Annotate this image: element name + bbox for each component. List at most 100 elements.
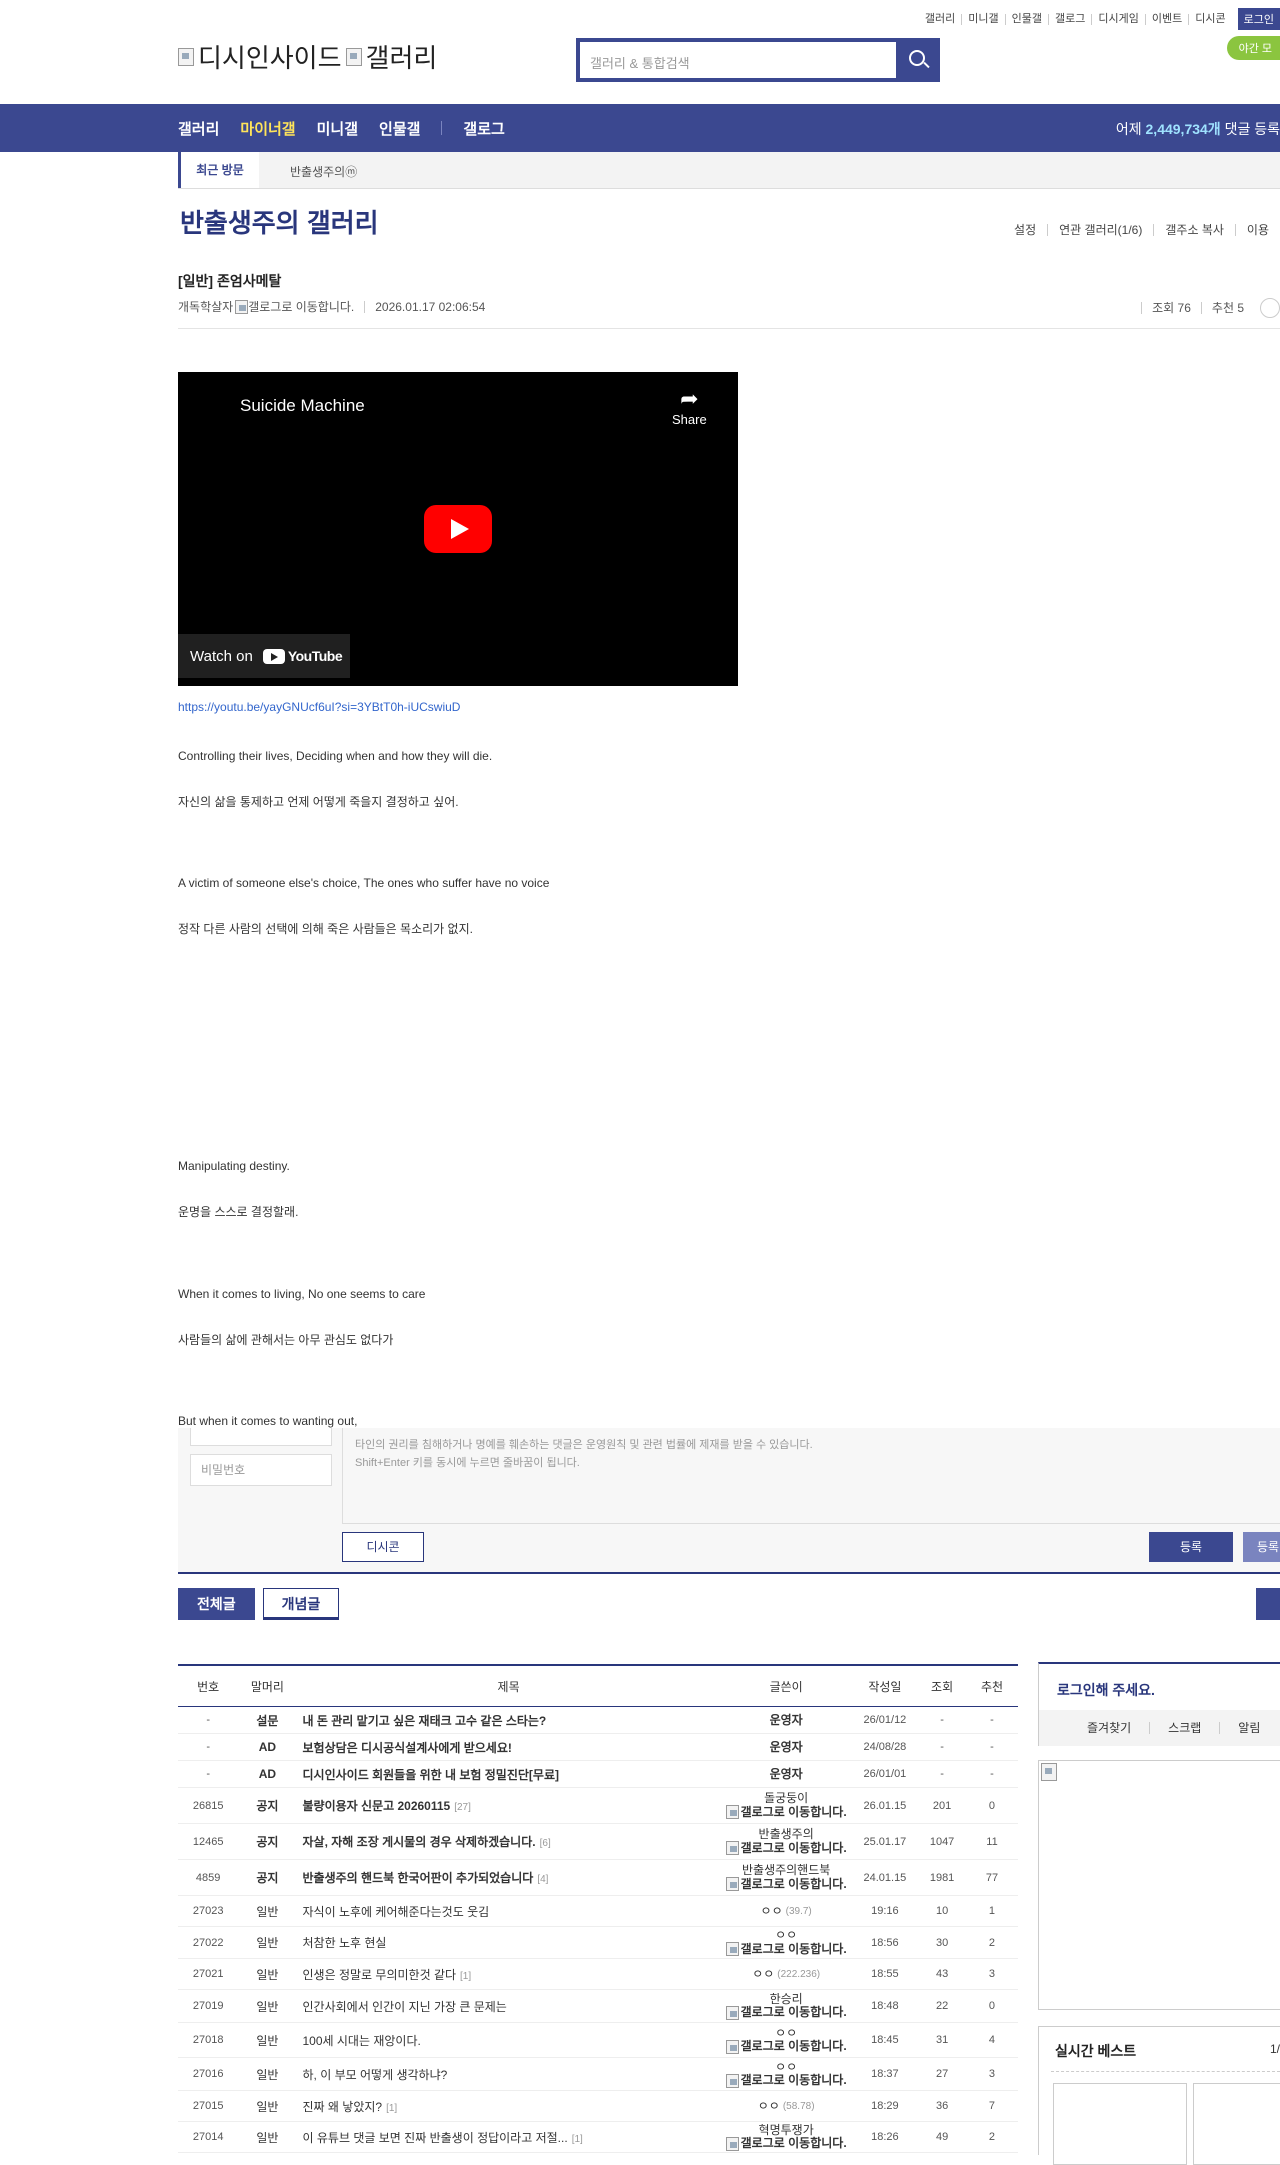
dccon-button[interactable]: 디시콘 — [342, 1532, 424, 1562]
best-card[interactable] — [1193, 2083, 1280, 2165]
nav-person-gallery[interactable]: 인물갤 — [379, 118, 420, 139]
post-subject[interactable]: 반출생주의 핸드북 한국어판이 추가되었습니다 [4] — [296, 1859, 721, 1896]
post-subject-text[interactable]: 자살, 자해 조장 게시물의 경우 삭제하겠습니다. — [303, 1835, 536, 1849]
table-row[interactable]: 26815 공지 불량이용자 신문고 20260115 [27] 돌궁둥이 갤로그로 이동… — [178, 1787, 1018, 1824]
comment-count[interactable]: [1] — [572, 2134, 583, 2145]
nav-mini-gallery[interactable]: 미니갤 — [317, 118, 358, 139]
writer-name[interactable]: 운영자 — [770, 1740, 803, 1754]
post-link[interactable]: https://youtu.be/yayGNUcf6uI?si=3YBtT0h-… — [178, 700, 460, 714]
search-input[interactable]: 갤러리 & 통합검색 — [580, 42, 896, 78]
post-subject[interactable]: 인생은 정말로 무의미한것 같다 [1] — [296, 1958, 721, 1990]
copy-address-link[interactable]: 갤주소 복사 — [1153, 224, 1235, 236]
submit-button[interactable]: 등록 — [1149, 1532, 1233, 1562]
post-subject-text[interactable]: 진짜 왜 낳았지? — [303, 2100, 383, 2114]
post-subject-text[interactable]: 하, 이 부모 어떻게 생각하냐? — [303, 2068, 448, 2082]
table-row[interactable]: 27019 일반 인간사회에서 인간이 지닌 가장 큰 문제는 한승리 갤로그로 이동합… — [178, 1989, 1018, 2023]
scrap-link[interactable]: 스크랩 — [1149, 1722, 1219, 1734]
post-subject-text[interactable]: 디시인사이드 회원들을 위한 내 보험 정밀진단[무료] — [303, 1768, 560, 1782]
gallog-link[interactable]: 갤로그로 이동합니다. — [725, 2136, 847, 2151]
writer-name[interactable]: 반출생주의 — [759, 1828, 814, 1841]
writer-name[interactable]: 운영자 — [770, 1713, 803, 1727]
post-subject[interactable]: 처참한 노후 현실 — [296, 1926, 721, 1959]
table-row[interactable]: 27023 일반 자식이 노후에 케어해준다는것도 웃김 ㅇㅇ (39.7) 19:16 1… — [178, 1895, 1018, 1927]
video-title[interactable]: Suicide Machine — [240, 396, 365, 416]
table-row[interactable]: 27014 일반 이 유튜브 댓글 보면 진짜 반출생이 정답이라고 저절... [1… — [178, 2121, 1018, 2153]
search-icon[interactable] — [896, 38, 940, 82]
writer-name[interactable]: 한승리 — [770, 1992, 803, 2006]
login-prompt[interactable]: 로그인해 주세요. — [1057, 1680, 1155, 1700]
util-link-gallog[interactable]: 갤로그 — [1048, 13, 1091, 25]
gallog-link[interactable]: 갤로그로 이동합니다. — [725, 1841, 847, 1855]
gallery-title[interactable]: 반출생주의 갤러리 — [180, 203, 379, 240]
table-row[interactable]: 12465 공지 자살, 자해 조장 게시물의 경우 삭제하겠습니다. [6] 반출생주… — [178, 1823, 1018, 1860]
post-subject[interactable]: 자식이 노후에 케어해준다는것도 웃김 — [296, 1895, 721, 1927]
nav-gallery[interactable]: 갤러리 — [178, 118, 219, 139]
table-row[interactable]: 27021 일반 인생은 정말로 무의미한것 같다 [1] ㅇㅇ (222.236) 18:… — [178, 1958, 1018, 1990]
gallog-link[interactable]: 갤로그로 이동합니다. — [725, 2073, 847, 2088]
gallog-link[interactable]: 갤로그로 이동합니다. — [725, 1942, 847, 1956]
night-mode-toggle[interactable]: 야간 모 — [1226, 36, 1280, 60]
comment-count[interactable]: [27] — [454, 1802, 471, 1813]
post-subject-text[interactable]: 불량이용자 신문고 20260115 — [303, 1799, 451, 1813]
table-row[interactable]: 27015 일반 진짜 왜 낳았지? [1] ㅇㅇ (58.78) 18:29 36 7 — [178, 2090, 1018, 2122]
gallog-link[interactable]: 갤로그로 이동합니다. — [725, 1805, 847, 1819]
youtube-embed[interactable]: Suicide Machine ➦ Share Watch on YouTube — [178, 372, 738, 686]
comment-count[interactable]: [6] — [540, 1838, 551, 1849]
util-link-dccon[interactable]: 디시콘 — [1188, 13, 1231, 25]
post-subject[interactable]: 불량이용자 신문고 20260115 [27] — [296, 1787, 721, 1824]
table-row[interactable]: - AD 보험상담은 디시공식설계사에게 받으세요! 운영자 24/08/28- - — [178, 1733, 1018, 1761]
post-subject-text[interactable]: 내 돈 관리 맡기고 싶은 재태크 고수 같은 스타는? — [303, 1714, 547, 1728]
writer-name[interactable]: ㅇㅇ — [758, 2099, 780, 2113]
post-subject-text[interactable]: 반출생주의 핸드북 한국어판이 추가되었습니다 — [303, 1871, 534, 1885]
util-link-game[interactable]: 디시게임 — [1091, 13, 1144, 25]
share-circle-icon[interactable] — [1260, 298, 1280, 318]
post-subject-text[interactable]: 인간사회에서 인간이 지닌 가장 큰 문제는 — [303, 2000, 507, 2014]
alarm-link[interactable]: 알림 — [1219, 1722, 1278, 1734]
post-author[interactable]: 개독학살자 — [178, 298, 233, 315]
comment-textarea[interactable]: 타인의 권리를 침해하거나 명예를 훼손하는 댓글은 운영원칙 및 관련 법률에… — [342, 1428, 1280, 1524]
gallery-settings-link[interactable]: 설정 — [1003, 224, 1047, 236]
login-button[interactable]: 로그인 — [1237, 8, 1280, 30]
gallog-link[interactable]: 갤로그로 이동합니다. — [725, 1877, 847, 1891]
usage-link[interactable]: 이용 — [1234, 224, 1280, 236]
related-gallery-link[interactable]: 연관 갤러리(1/6) — [1047, 224, 1153, 236]
comment-count[interactable]: [1] — [460, 1971, 471, 1982]
table-row[interactable]: 27022 일반 처참한 노후 현실 ㅇㅇ 갤로그로 이동합니다. 18:56 30 2 — [178, 1926, 1018, 1959]
gallog-link[interactable]: 갤로그로 이동합니다. — [725, 2005, 847, 2020]
post-subject-text[interactable]: 처참한 노후 현실 — [303, 1936, 387, 1950]
post-subject[interactable]: 보험상담은 디시공식설계사에게 받으세요! — [296, 1733, 721, 1761]
table-row[interactable]: 4859 공지 반출생주의 핸드북 한국어판이 추가되었습니다 [4] 반출생주의핸드북… — [178, 1859, 1018, 1896]
watch-on-youtube-button[interactable]: Watch on YouTube — [178, 634, 350, 678]
post-subject-text[interactable]: 자식이 노후에 케어해준다는것도 웃김 — [303, 1905, 490, 1919]
util-link-person[interactable]: 인물갤 — [1004, 13, 1048, 25]
writer-name[interactable]: ㅇㅇ — [775, 1929, 797, 1942]
video-share-button[interactable]: ➦ Share — [672, 386, 707, 427]
post-subject[interactable]: 진짜 왜 낳았지? [1] — [296, 2090, 721, 2122]
table-row[interactable]: - AD 디시인사이드 회원들을 위한 내 보험 정밀진단[무료] 운영자 26/01/… — [178, 1760, 1018, 1788]
table-row[interactable]: 27018 일반 100세 시대는 재앙이다. ㅇㅇ 갤로그로 이동합니다. 18:45 3… — [178, 2022, 1018, 2058]
post-subject-text[interactable]: 보험상담은 디시공식설계사에게 받으세요! — [303, 1741, 512, 1755]
writer-name[interactable]: ㅇㅇ — [775, 2026, 797, 2040]
password-field[interactable]: 비밀번호 — [190, 1454, 332, 1486]
table-row[interactable]: - 설문 내 돈 관리 맡기고 싶은 재태크 고수 같은 스타는? 운영자 26/01/… — [178, 1706, 1018, 1734]
sidebar-ad[interactable] — [1038, 1760, 1280, 2010]
util-link-mini[interactable]: 미니갤 — [961, 13, 1004, 25]
util-link-gallery[interactable]: 갤러리 — [919, 13, 961, 25]
comment-count[interactable]: [1] — [386, 2103, 397, 2114]
writer-name[interactable]: ㅇㅇ — [775, 2060, 797, 2074]
play-icon[interactable] — [424, 505, 492, 553]
post-subject[interactable]: 인간사회에서 인간이 지닌 가장 큰 문제는 — [296, 1989, 721, 2023]
post-subject[interactable]: 100세 시대는 재앙이다. — [296, 2022, 721, 2058]
util-link-event[interactable]: 이벤트 — [1144, 13, 1188, 25]
post-subject[interactable]: 하, 이 부모 어떻게 생각하냐? — [296, 2057, 721, 2091]
tab-all-posts[interactable]: 전체글 — [178, 1588, 255, 1620]
writer-name[interactable]: 혁명투쟁가 — [759, 2123, 814, 2137]
comment-count[interactable]: [4] — [537, 1874, 548, 1885]
post-subject-text[interactable]: 100세 시대는 재앙이다. — [303, 2034, 421, 2048]
recent-gallery-link[interactable]: 반출생주의ⓜ — [290, 163, 357, 180]
nav-gallog[interactable]: 갤로그 — [463, 118, 504, 139]
tab-concept-posts[interactable]: 개념글 — [262, 1588, 340, 1620]
best-card[interactable] — [1053, 2083, 1187, 2165]
submit-recommend-button[interactable]: 등록 — [1243, 1532, 1280, 1562]
writer-name[interactable]: ㅇㅇ — [761, 1904, 783, 1918]
